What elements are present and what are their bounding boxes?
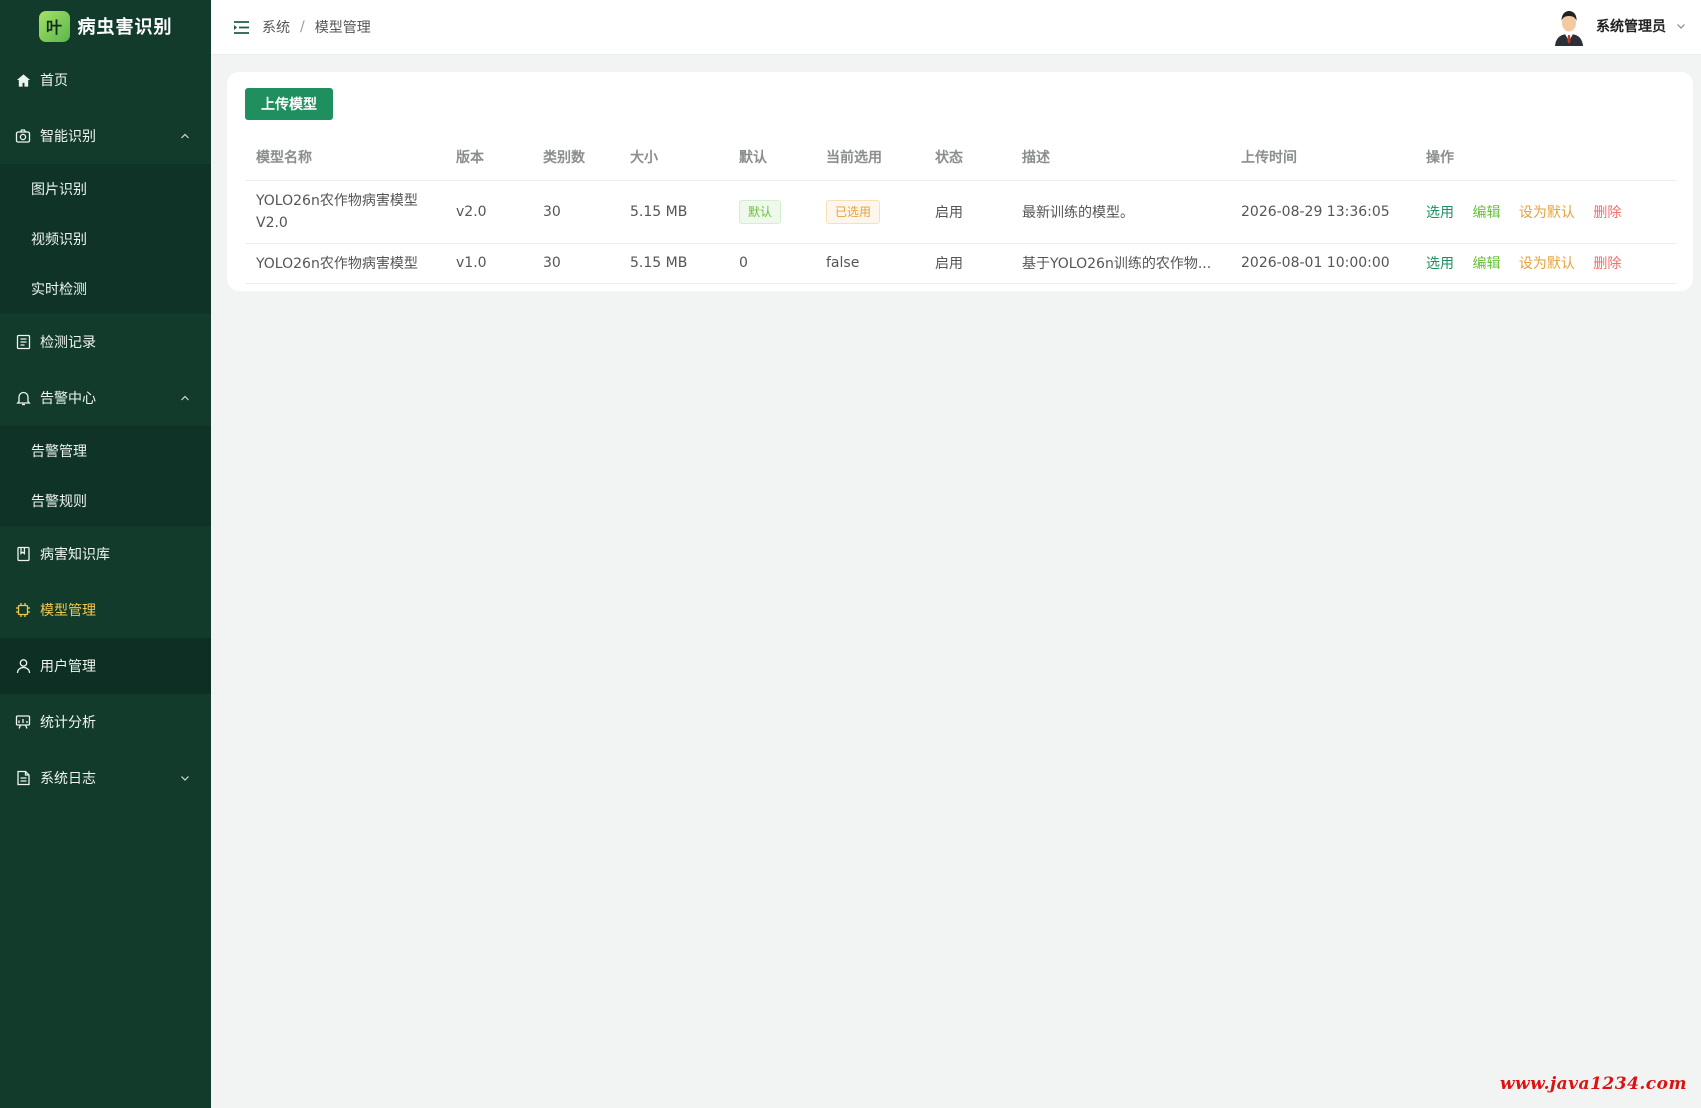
status-cell: 启用 [924, 243, 1011, 284]
upload-model-button[interactable]: 上传模型 [245, 88, 333, 120]
sidebar-item-statistics[interactable]: 统计分析 [0, 694, 211, 750]
bell-icon [15, 390, 31, 406]
sidebar-item-label: 首页 [40, 73, 68, 89]
model-management-card: 上传模型 模型名称 版本 类别数 大小 默认 当前选用 状态 描述 上传时间 操… [227, 72, 1693, 291]
select-model-link[interactable]: 选用 [1426, 205, 1454, 221]
current-cell: 已选用 [815, 180, 924, 244]
sidebar-item-user-management[interactable]: 用户管理 [0, 638, 211, 694]
column-header: 操作 [1415, 134, 1677, 181]
actions-cell: 选用 编辑 设为默认 删除 [1415, 180, 1677, 244]
delete-model-link[interactable]: 删除 [1593, 205, 1621, 221]
sidebar-item-smart-recognition[interactable]: 智能识别 [0, 108, 211, 164]
breadcrumb-item-current: 模型管理 [314, 20, 371, 36]
default-cell: 默认 [728, 180, 815, 244]
sidebar-item-detection-records[interactable]: 检测记录 [0, 314, 211, 370]
set-default-link[interactable]: 设为默认 [1519, 205, 1575, 221]
camera-icon [15, 128, 31, 144]
sidebar-menu: 首页 智能识别 图片识别 视频识别 实时检测 检测记录 告警中心 告警管理 告警… [0, 52, 211, 806]
avatar [1551, 6, 1587, 46]
table-row: YOLO26n农作物病害模型 v1.0 30 5.15 MB 0 false 启… [245, 243, 1677, 284]
version-cell: v1.0 [445, 243, 532, 284]
current-cell: false [815, 243, 924, 284]
edit-model-link[interactable]: 编辑 [1472, 256, 1500, 272]
breadcrumb: 系统 / 模型管理 [262, 17, 371, 37]
sidebar-item-realtime-detection[interactable]: 实时检测 [0, 264, 211, 314]
classes-cell: 30 [532, 180, 619, 244]
model-name-cell: YOLO26n农作物病害模型 V2.0 [245, 180, 445, 244]
sidebar-item-alert-management[interactable]: 告警管理 [0, 426, 211, 476]
user-name: 系统管理员 [1596, 19, 1666, 35]
column-header: 大小 [619, 134, 728, 181]
description-cell: 基于YOLO26n训练的农作物... [1011, 243, 1230, 284]
sidebar-item-label: 统计分析 [40, 715, 96, 731]
sidebar-item-label: 智能识别 [40, 129, 96, 145]
user-menu[interactable]: 系统管理员 [1551, 6, 1687, 46]
column-header: 状态 [924, 134, 1011, 181]
sidebar-item-video-recognition[interactable]: 视频识别 [0, 214, 211, 264]
chevron-down-icon [179, 772, 191, 784]
sidebar-item-alert-rules[interactable]: 告警规则 [0, 476, 211, 526]
sidebar-item-image-recognition[interactable]: 图片识别 [0, 164, 211, 214]
breadcrumb-separator: / [300, 19, 305, 35]
delete-model-link[interactable]: 删除 [1593, 256, 1621, 272]
model-name: YOLO26n农作物病害模型 [256, 192, 418, 209]
chevron-up-icon [179, 130, 191, 142]
upload-time-cell: 2026-08-01 10:00:00 [1230, 243, 1415, 284]
cpu-icon [15, 602, 31, 618]
leaf-logo-icon: 叶 [38, 10, 70, 42]
sidebar-item-model-management[interactable]: 模型管理 [0, 582, 211, 638]
column-header: 模型名称 [245, 134, 445, 181]
watermark: www.java1234.com [1499, 1074, 1687, 1094]
model-table: 模型名称 版本 类别数 大小 默认 当前选用 状态 描述 上传时间 操作 YOL… [245, 134, 1677, 284]
sidebar-item-label: 系统日志 [40, 771, 96, 787]
app-title: 病虫害识别 [77, 17, 173, 38]
column-header: 描述 [1011, 134, 1230, 181]
document-list-icon [15, 334, 31, 350]
sidebar-item-label: 病害知识库 [40, 547, 110, 563]
description-cell: 最新训练的模型。 [1011, 180, 1230, 244]
chart-board-icon [15, 714, 31, 730]
sidebar-item-label: 模型管理 [40, 603, 96, 619]
menu-fold-icon[interactable] [233, 19, 250, 36]
sidebar-item-system-log[interactable]: 系统日志 [0, 750, 211, 806]
column-header: 版本 [445, 134, 532, 181]
size-cell: 5.15 MB [619, 180, 728, 244]
default-cell: 0 [728, 243, 815, 284]
edit-model-link[interactable]: 编辑 [1472, 205, 1500, 221]
breadcrumb-item-system[interactable]: 系统 [262, 17, 290, 37]
sidebar-item-label: 检测记录 [40, 335, 96, 351]
model-name-version: V2.0 [256, 214, 288, 231]
table-header-row: 模型名称 版本 类别数 大小 默认 当前选用 状态 描述 上传时间 操作 [245, 134, 1677, 181]
top-header: 系统 / 模型管理 系统管理员 [211, 0, 1701, 55]
classes-cell: 30 [532, 243, 619, 284]
size-cell: 5.15 MB [619, 243, 728, 284]
column-header: 默认 [728, 134, 815, 181]
upload-time-cell: 2026-08-29 13:36:05 [1230, 180, 1415, 244]
sidebar-item-alert-center[interactable]: 告警中心 [0, 370, 211, 426]
default-badge: 默认 [739, 199, 782, 224]
sidebar-item-disease-knowledge[interactable]: 病害知识库 [0, 526, 211, 582]
column-header: 类别数 [532, 134, 619, 181]
column-header: 当前选用 [815, 134, 924, 181]
status-cell: 启用 [924, 180, 1011, 244]
home-icon [15, 72, 31, 88]
actions-cell: 选用 编辑 设为默认 删除 [1415, 243, 1677, 284]
select-model-link[interactable]: 选用 [1426, 256, 1454, 272]
table-row: YOLO26n农作物病害模型 V2.0 v2.0 30 5.15 MB 默认 已… [245, 180, 1677, 244]
sidebar: 叶 病虫害识别 首页 智能识别 图片识别 视频识别 实时检测 检测记录 告警中心… [0, 0, 211, 1108]
app-logo[interactable]: 叶 病虫害识别 [0, 0, 211, 52]
set-default-link[interactable]: 设为默认 [1519, 256, 1575, 272]
model-name: YOLO26n农作物病害模型 [245, 243, 445, 284]
file-icon [15, 770, 31, 786]
chevron-down-icon [1675, 20, 1687, 32]
sidebar-item-label: 用户管理 [40, 659, 96, 675]
sidebar-item-home[interactable]: 首页 [0, 52, 211, 108]
selected-badge: 已选用 [826, 199, 881, 224]
user-icon [15, 658, 31, 674]
version-cell: v2.0 [445, 180, 532, 244]
book-icon [15, 546, 31, 562]
column-header: 上传时间 [1230, 134, 1415, 181]
sidebar-item-label: 告警中心 [40, 391, 96, 407]
chevron-up-icon [179, 392, 191, 404]
